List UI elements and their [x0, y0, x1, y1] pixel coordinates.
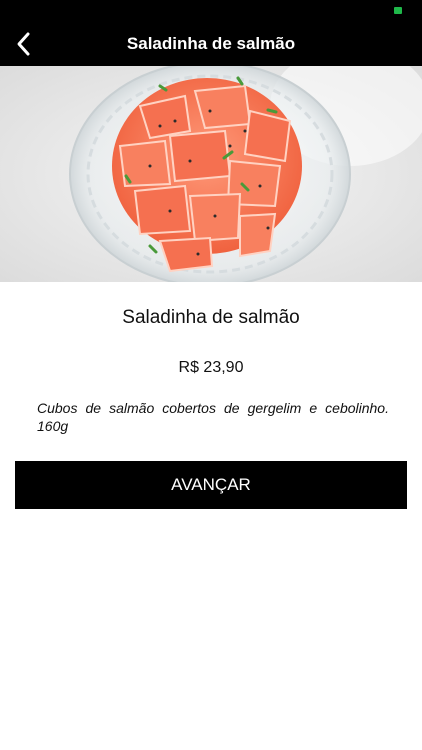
product-name: Saladinha de salmão [122, 307, 300, 328]
battery-icon [394, 7, 402, 14]
product-price: R$ 23,90 [178, 359, 244, 376]
product-description: Cubos de salmão cobertos de gergelim e c… [37, 400, 389, 434]
page-title: Saladinha de salmão [126, 34, 296, 53]
back-button[interactable] [6, 26, 42, 62]
chevron-left-icon [17, 32, 30, 56]
product-image [0, 66, 422, 282]
navigation-bar: Saladinha de salmão [0, 22, 422, 66]
advance-button[interactable]: AVANÇAR [15, 461, 407, 509]
status-bar [0, 0, 422, 22]
